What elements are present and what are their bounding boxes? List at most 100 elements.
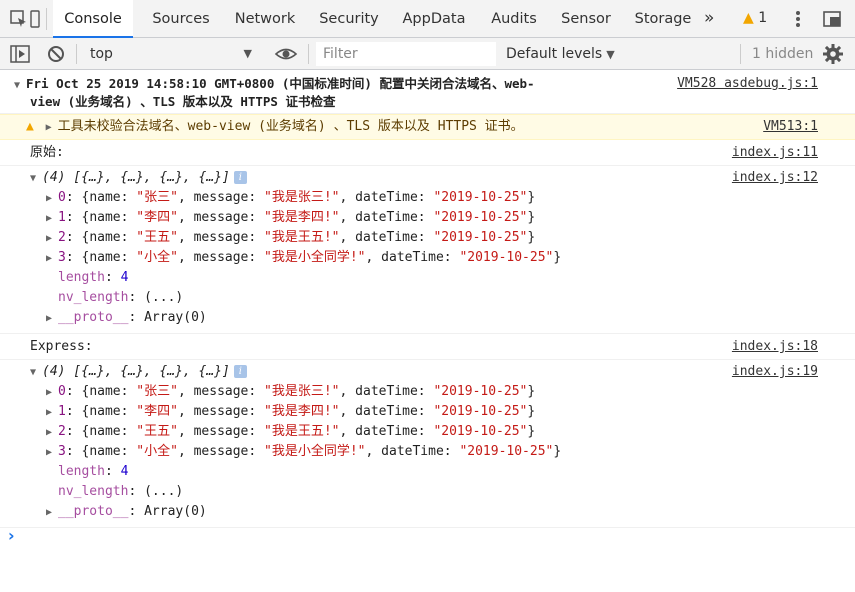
array-item-row[interactable]: ▶ 3: {name: "小全", message: "我是小全同学!", dat… — [46, 248, 561, 269]
more-tabs-button[interactable]: » — [704, 8, 714, 28]
array-item-row[interactable]: ▶ 1: {name: "李四", message: "我是李四!", dateT… — [46, 208, 535, 229]
source-link[interactable]: index.js:18 — [732, 339, 818, 354]
expand-triangle-icon[interactable]: ▶ — [46, 443, 58, 463]
customize-menu-icon[interactable] — [788, 8, 808, 30]
info-icon: i — [233, 171, 247, 184]
context-selector[interactable]: top ▼ — [82, 42, 258, 66]
item-index: 1 — [58, 404, 66, 419]
toolbar-separator — [740, 44, 741, 64]
item-index: 2 — [58, 424, 66, 439]
length-row: length: 4 — [58, 268, 128, 288]
expand-triangle-icon[interactable]: ▶ — [46, 403, 58, 423]
array-item-row[interactable]: ▶ 3: {name: "小全", message: "我是小全同学!", dat… — [46, 442, 561, 463]
expand-triangle-icon[interactable]: ▶ — [46, 189, 58, 209]
expand-triangle-icon[interactable]: ▶ — [46, 423, 58, 443]
warning-text: 工具未校验合法域名、web-view (业务域名) 、TLS 版本以及 HTTP… — [57, 119, 524, 134]
punct: , dateTime: — [339, 384, 434, 399]
tab-sensor[interactable]: Sensor — [557, 0, 615, 38]
tab-audits[interactable]: Audits — [486, 0, 542, 38]
punct: : { — [65, 404, 90, 419]
punct: : — [104, 270, 121, 285]
key-name: name — [89, 404, 121, 419]
array-log: ▼ (4) [{…}, {…}, {…}, {…}] i index.js:12 ▶ 0:… — [0, 166, 855, 334]
punct: , message: — [177, 424, 265, 439]
source-link[interactable]: VM528 asdebug.js:1 — [677, 76, 818, 91]
clear-console-icon[interactable] — [46, 44, 66, 64]
tab-sources[interactable]: Sources — [148, 0, 214, 38]
punct: , message: — [177, 384, 265, 399]
expand-triangle-icon[interactable]: ▶ — [46, 383, 58, 403]
console-group[interactable]: ▼ Fri Oct 25 2019 14:58:10 GMT+0800 (中国标准… — [0, 70, 855, 114]
source-link[interactable]: index.js:19 — [732, 364, 818, 379]
array-item-row[interactable]: ▶ 0: {name: "张三", message: "我是张三!", dateT… — [46, 188, 535, 209]
warning-message: ▲ ▶ 工具未校验合法域名、web-view (业务域名) 、TLS 版本以及 H… — [0, 114, 855, 140]
warning-icon: ▲ — [26, 119, 34, 134]
source-link[interactable]: index.js:11 — [732, 145, 818, 160]
punct: } — [553, 250, 562, 265]
value-datetime: "2019-10-25" — [433, 424, 528, 439]
punct: : — [120, 250, 137, 265]
array-item-row[interactable]: ▶ 1: {name: "李四", message: "我是李四!", dateT… — [46, 402, 535, 423]
expand-triangle-icon[interactable]: ▶ — [46, 209, 58, 229]
key-name: name — [89, 230, 121, 245]
expand-triangle-icon[interactable]: ▶ — [46, 249, 58, 269]
array-item-row[interactable]: ▶ 2: {name: "王五", message: "我是王五!", dateT… — [46, 422, 535, 443]
hidden-messages-count: 1 hidden — [752, 46, 814, 62]
expand-triangle-icon[interactable]: ▼ — [30, 169, 42, 189]
value-name: "王五" — [136, 424, 178, 439]
tab-storage[interactable]: Storage — [631, 0, 695, 38]
warning-counter[interactable]: ▲ 1 — [743, 10, 767, 26]
value-name: "李四" — [136, 404, 178, 419]
warning-count: 1 — [758, 10, 768, 26]
nv-length-value[interactable]: (...) — [144, 484, 183, 499]
nv-length-key: nv_length — [58, 484, 129, 499]
tab-console[interactable]: Console — [53, 0, 133, 38]
item-index: 0 — [58, 190, 66, 205]
array-item-row[interactable]: ▶ 2: {name: "王五", message: "我是王五!", dateT… — [46, 228, 535, 249]
punct: : — [120, 404, 137, 419]
gear-icon[interactable] — [822, 43, 844, 65]
expand-triangle-icon[interactable]: ▼ — [14, 76, 26, 96]
console-messages: ▼ Fri Oct 25 2019 14:58:10 GMT+0800 (中国标准… — [0, 70, 855, 592]
device-toolbar-icon[interactable] — [30, 10, 40, 28]
punct: : { — [65, 444, 90, 459]
filter-input[interactable] — [316, 42, 496, 66]
expand-triangle-icon[interactable]: ▶ — [46, 229, 58, 249]
log-levels-dropdown[interactable]: Default levels ▼ — [506, 42, 615, 66]
expand-triangle-icon[interactable]: ▼ — [30, 363, 42, 383]
dock-side-icon[interactable] — [822, 9, 842, 29]
key-name: name — [89, 424, 121, 439]
array-summary-line[interactable]: ▼ (4) [{…}, {…}, {…}, {…}] i — [30, 362, 247, 383]
array-summary-line[interactable]: ▼ (4) [{…}, {…}, {…}, {…}] i — [30, 168, 247, 189]
value-message: "我是王五!" — [264, 230, 340, 245]
source-link[interactable]: index.js:12 — [732, 170, 818, 185]
punct: : { — [65, 210, 90, 225]
expand-triangle-icon[interactable]: ▶ — [46, 503, 58, 523]
punct: } — [527, 384, 536, 399]
array-item-row[interactable]: ▶ 0: {name: "张三", message: "我是张三!", dateT… — [46, 382, 535, 403]
tab-appdata[interactable]: AppData — [398, 0, 470, 38]
expand-triangle-icon[interactable]: ▶ — [46, 118, 58, 138]
value-datetime: "2019-10-25" — [433, 190, 528, 205]
punct: , dateTime: — [339, 230, 434, 245]
proto-row[interactable]: ▶ __proto__: Array(0) — [46, 308, 207, 329]
nv-length-key: nv_length — [58, 290, 129, 305]
value-datetime: "2019-10-25" — [433, 210, 528, 225]
nv-length-value[interactable]: (...) — [144, 290, 183, 305]
key-name: name — [89, 210, 121, 225]
show-sidebar-icon[interactable] — [10, 44, 30, 64]
inspect-element-icon[interactable] — [10, 10, 28, 28]
group-header-text: Fri Oct 25 2019 14:58:10 GMT+0800 (中国标准时… — [26, 76, 535, 91]
proto-row[interactable]: ▶ __proto__: Array(0) — [46, 502, 207, 523]
value-name: "李四" — [136, 210, 178, 225]
value-datetime: "2019-10-25" — [433, 384, 528, 399]
source-link[interactable]: VM513:1 — [763, 119, 818, 134]
expand-triangle-icon[interactable]: ▶ — [46, 309, 58, 329]
group-header-line2: view (业务域名) 、TLS 版本以及 HTTPS 证书检查 — [30, 94, 336, 109]
console-prompt[interactable]: › — [8, 526, 15, 545]
live-expression-eye-icon[interactable] — [274, 44, 298, 64]
tab-network[interactable]: Network — [229, 0, 301, 38]
tab-security[interactable]: Security — [316, 0, 382, 38]
value-message: "我是王五!" — [264, 424, 340, 439]
punct: : — [120, 384, 137, 399]
